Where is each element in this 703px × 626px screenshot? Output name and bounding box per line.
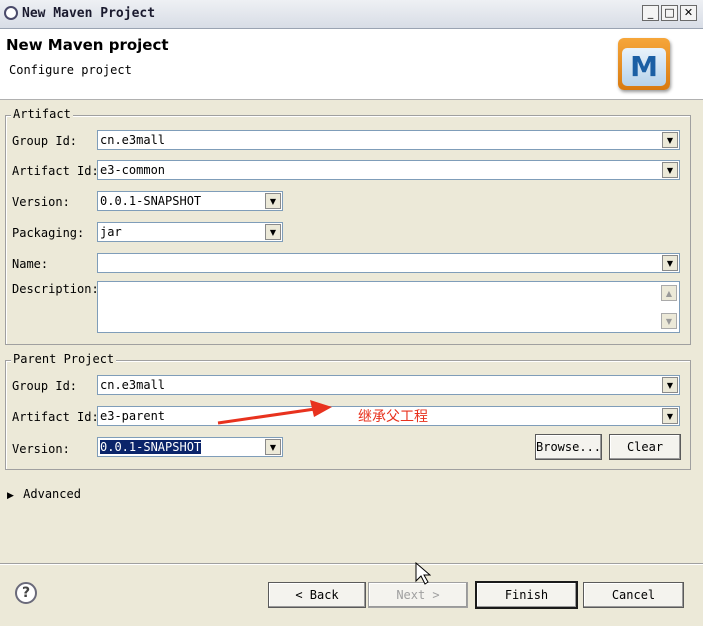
name-label: Name: — [12, 257, 49, 271]
version-label: Version: — [12, 195, 70, 209]
maven-logo-icon: M — [618, 38, 670, 90]
version-combo[interactable]: 0.0.1-SNAPSHOT ▼ — [97, 191, 283, 211]
footer-separator — [0, 563, 703, 565]
back-button[interactable]: < Back — [268, 582, 366, 608]
window-controls: _ □ ✕ — [642, 5, 697, 21]
eclipse-icon — [4, 6, 18, 20]
parent-artifact-id-value: e3-parent — [100, 409, 166, 423]
expand-arrow-icon: ▶ — [7, 491, 14, 501]
group-id-combo[interactable]: cn.e3mall ▼ — [97, 130, 680, 150]
packaging-value: jar — [100, 225, 122, 239]
parent-version-combo[interactable]: 0.0.1-SNAPSHOT ▼ — [97, 437, 283, 457]
minimize-button[interactable]: _ — [642, 5, 659, 21]
dropdown-arrow-icon[interactable]: ▼ — [265, 439, 281, 455]
dropdown-arrow-icon[interactable]: ▼ — [662, 255, 678, 271]
parent-group-id-value: cn.e3mall — [100, 378, 166, 392]
name-combo[interactable]: ▼ — [97, 253, 680, 273]
close-button[interactable]: ✕ — [680, 5, 697, 21]
scroll-up-icon[interactable]: ▲ — [661, 285, 677, 301]
parent-group-id-combo[interactable]: cn.e3mall ▼ — [97, 375, 680, 395]
clear-button[interactable]: Clear — [609, 434, 681, 460]
advanced-label: Advanced — [23, 487, 81, 501]
parent-group-id-label: Group Id: — [12, 379, 78, 393]
dropdown-arrow-icon[interactable]: ▼ — [662, 408, 678, 424]
version-value: 0.0.1-SNAPSHOT — [100, 194, 202, 208]
finish-button[interactable]: Finish — [475, 581, 578, 609]
scroll-down-icon[interactable]: ▼ — [661, 313, 677, 329]
parent-version-label: Version: — [12, 442, 70, 456]
annotation-arrow-icon — [217, 400, 332, 425]
parent-project-legend: Parent Project — [11, 352, 117, 366]
description-textarea[interactable]: ▲ ▼ — [97, 281, 680, 333]
artifact-id-combo[interactable]: e3-common ▼ — [97, 160, 680, 180]
parent-artifact-id-label: Artifact Id: — [12, 410, 99, 424]
artifact-id-label: Artifact Id: — [12, 164, 99, 178]
maximize-button[interactable]: □ — [661, 5, 678, 21]
packaging-combo[interactable]: jar ▼ — [97, 222, 283, 242]
wizard-header: New Maven project Configure project M — [0, 29, 703, 100]
page-subtitle: Configure project — [9, 63, 132, 77]
dropdown-arrow-icon[interactable]: ▼ — [662, 132, 678, 148]
parent-version-value: 0.0.1-SNAPSHOT — [100, 440, 202, 454]
mouse-cursor-icon — [415, 562, 431, 585]
cancel-button[interactable]: Cancel — [583, 582, 684, 608]
description-label: Description: — [12, 282, 99, 296]
title-bar[interactable]: New Maven Project _ □ ✕ — [0, 0, 703, 29]
maven-logo-letter: M — [622, 48, 666, 86]
advanced-expander[interactable]: ▶ Advanced — [7, 487, 81, 501]
dropdown-arrow-icon[interactable]: ▼ — [662, 162, 678, 178]
page-title: New Maven project — [6, 36, 169, 54]
dropdown-arrow-icon[interactable]: ▼ — [265, 193, 281, 209]
artifact-id-value: e3-common — [100, 163, 166, 177]
dropdown-arrow-icon[interactable]: ▼ — [662, 377, 678, 393]
window-title: New Maven Project — [22, 6, 156, 21]
group-id-value: cn.e3mall — [100, 133, 166, 147]
browse-button[interactable]: Browse... — [535, 434, 602, 460]
group-id-label: Group Id: — [12, 134, 78, 148]
packaging-label: Packaging: — [12, 226, 85, 240]
help-icon[interactable]: ? — [15, 582, 37, 604]
annotation-text: 继承父工程 — [358, 409, 428, 425]
artifact-legend: Artifact — [11, 107, 73, 121]
dropdown-arrow-icon[interactable]: ▼ — [265, 224, 281, 240]
